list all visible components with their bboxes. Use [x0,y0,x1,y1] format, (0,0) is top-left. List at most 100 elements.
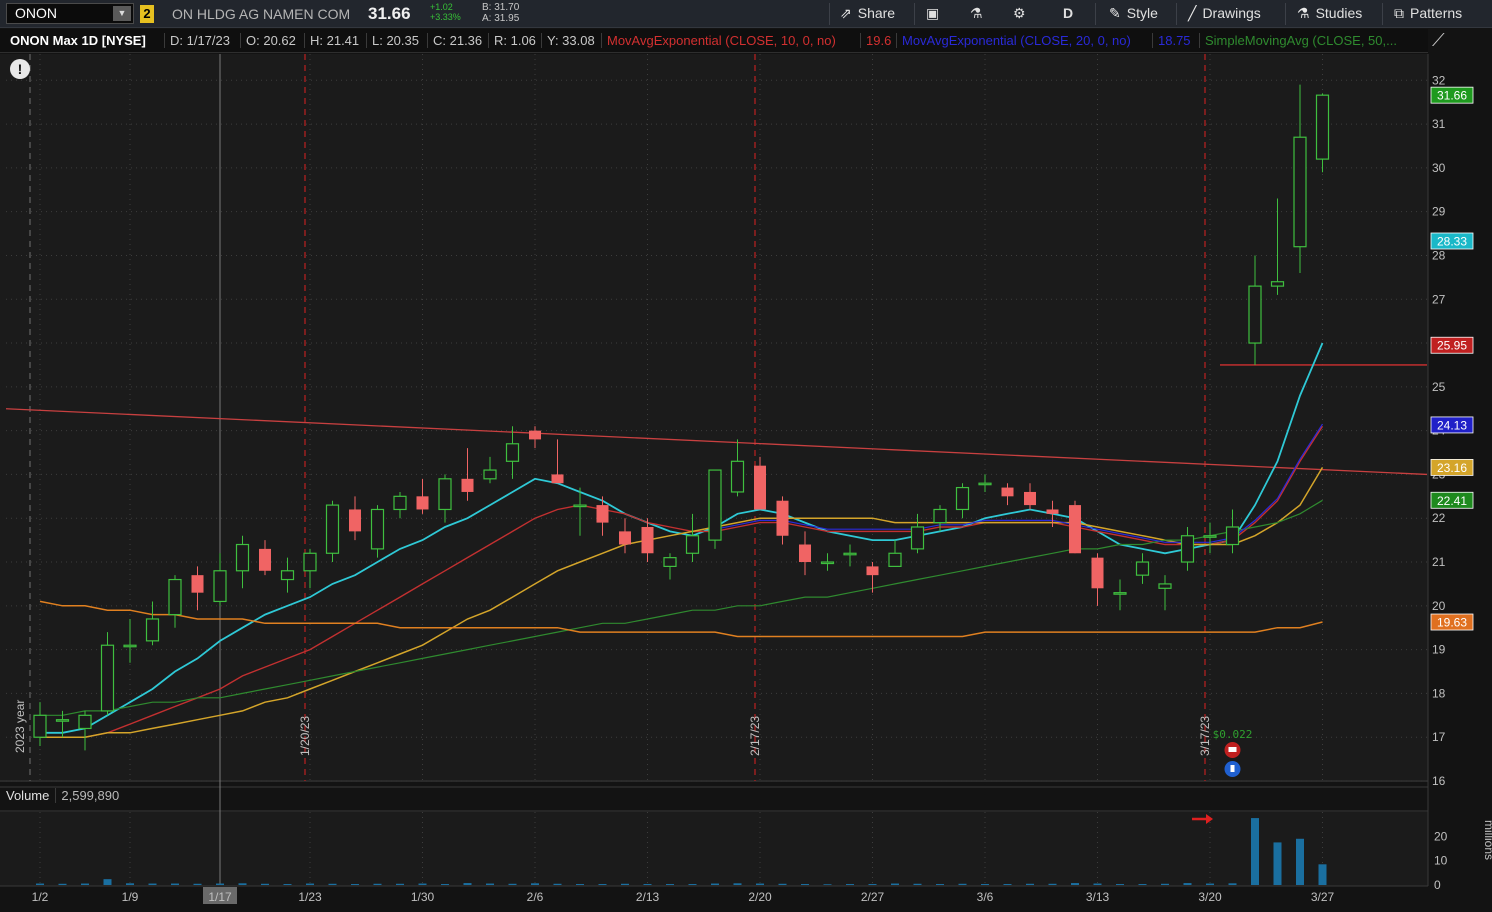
volume-bar [418,883,427,885]
x-tick-label: 1/9 [122,890,139,904]
volume-bar [576,884,584,885]
edit-studies-icon[interactable]: ⟋ [1432,30,1456,52]
candle-body [573,504,587,508]
y-tick-label: 17 [1432,730,1446,744]
candle-body [191,575,204,593]
volume-bar [441,884,449,885]
volume-bar [756,883,764,885]
patterns-button[interactable]: ⧉ Patterns [1394,5,1462,23]
lab-button[interactable]: ⚗ [970,5,983,23]
price-label-tag [1430,613,1474,631]
patterns-icon: ⧉ [1394,5,1404,21]
volume-bar [36,883,44,885]
candle-body [529,430,541,440]
volume-bar [1116,884,1124,885]
candle-body [888,552,902,568]
x-tick-label: 1/30 [411,890,435,904]
volume-bar [193,883,202,885]
volume-bar [868,884,877,885]
studies-button[interactable]: ⚗ Studies [1297,5,1362,23]
volume-bar [778,883,787,885]
volume-bar [643,884,652,885]
volume-bar [508,883,517,885]
toolbar-divider [1095,3,1096,25]
volume-bar [1251,818,1259,885]
volume-tick-label: 0 [1434,878,1441,892]
grid-layout-icon: ▣ [926,5,940,21]
x-tick-label: 2/13 [636,890,660,904]
style-button[interactable]: ✎ Style [1109,5,1158,23]
info-icon[interactable]: ! [10,59,30,79]
lower-area [0,782,1492,912]
chevron-down-icon[interactable]: ▼ [113,6,131,21]
volume-bar [486,883,494,885]
candle-body [1270,281,1285,287]
candle-body [1135,561,1150,576]
price-label-tag [1430,86,1474,104]
candle-body [978,482,992,486]
patterns-label: Patterns [1410,5,1463,21]
x-tick-label: 2/27 [861,890,885,904]
style-label: Style [1126,5,1158,21]
chart-header: ONON Max 1D [NYSE] D: 1/17/23 O: 20.62 H… [0,29,1428,53]
volume-bar [958,883,967,885]
year-marker-label: 2023 year [13,700,27,753]
candle-body [730,460,745,493]
volume-bar [981,884,989,885]
moving-average-line [40,342,1324,734]
price-chart[interactable]: 16171819202122232425262728293031321/2 1/9… [0,0,1492,912]
candle-body [505,443,520,462]
volume-bar [351,884,359,885]
company-name: ON HLDG AG NAMEN COM [172,6,351,22]
candle-body [393,495,407,511]
net-change: +1.02 +3.33% [430,2,461,22]
volume-bar [553,883,562,885]
event-icon-glyph [1230,765,1235,772]
volume-bar [126,883,134,885]
gear-icon: ⚙ [1013,5,1026,21]
volume-bar [238,883,247,885]
bar-y: Y: 33.08 [541,33,595,48]
candle-body [280,570,295,581]
volume-bar [373,883,382,885]
bid-ask: B: 31.70 A: 31.95 [482,2,519,24]
x-tick-label: 2/20 [748,890,772,904]
candle-body [349,509,361,532]
study-ema10-label[interactable]: MovAvgExponential (CLOSE, 10, 0, no) [601,33,836,48]
flask-icon: ⚗ [970,5,983,21]
volume-bar [283,884,292,885]
volume-bar [846,884,854,885]
candle-body [641,526,654,554]
candle-body [1158,583,1172,589]
study-ema20-label[interactable]: MovAvgExponential (CLOSE, 20, 0, no) [896,33,1131,48]
volume-bar [801,884,809,885]
bar-close: C: 21.36 [427,33,482,48]
y-tick-label: 32 [1432,73,1446,87]
toolbar-divider [914,3,915,25]
dividend-label: $0.022 [1213,728,1253,741]
volume-bar [261,883,269,885]
symbol-text: ONON [15,5,57,21]
share-button[interactable]: ⇗ Share [840,5,895,23]
candle-body [910,526,925,550]
timeframe-button[interactable]: D [1063,5,1073,23]
symbol-input[interactable]: ONON ▼ [6,3,134,24]
pencil-line-icon: ╱ [1188,5,1197,21]
study-sma50-label[interactable]: SimpleMovingAvg (CLOSE, 50,... [1199,33,1397,48]
share-label: Share [857,5,896,21]
drawings-button[interactable]: ╱ Drawings [1188,5,1261,23]
candle-body [235,543,250,572]
candle-body [596,505,609,523]
candle-body [325,504,340,554]
candle-body [1203,535,1217,538]
link-group-badge[interactable]: 2 [140,5,154,23]
candle-body [1091,557,1104,589]
candle-body [1315,94,1330,160]
volume-bar [1048,883,1057,885]
session-marker-label: 2/17/23 [748,716,762,756]
settings-button[interactable]: ⚙ [1013,5,1026,23]
grid-button[interactable]: ▣ [926,5,939,23]
candle-body [776,500,789,536]
volume-bar [103,879,112,885]
study-ema10-value: 19.6 [860,33,891,48]
